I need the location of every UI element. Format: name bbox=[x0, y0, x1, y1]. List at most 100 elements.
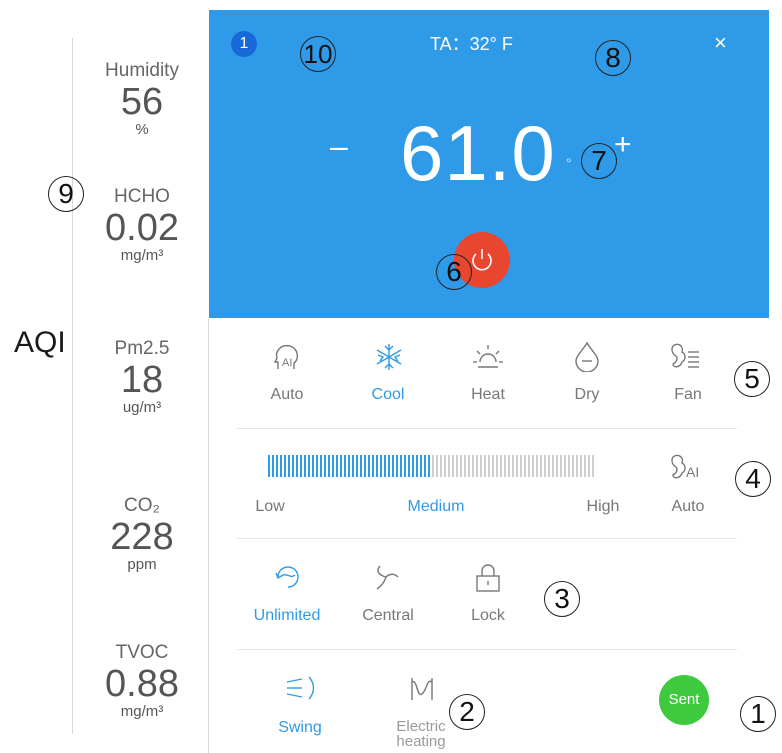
fan-speed-tick bbox=[356, 455, 358, 477]
callout-4: 4 bbox=[735, 461, 771, 497]
metric-unit: ppm bbox=[127, 556, 157, 573]
snowflake-icon[interactable] bbox=[374, 342, 404, 377]
fan-speed-tick bbox=[384, 455, 386, 477]
fan-speed-tick bbox=[344, 455, 346, 477]
swing-label[interactable]: Swing bbox=[260, 719, 340, 737]
fan-speed-slider[interactable] bbox=[268, 455, 608, 479]
fan-speed-tick bbox=[280, 455, 282, 477]
wind-unlimited-label[interactable]: Unlimited bbox=[247, 607, 327, 625]
fan-speed-tick bbox=[484, 455, 486, 477]
callout-7: 7 bbox=[581, 143, 617, 179]
sent-button[interactable]: Sent bbox=[659, 675, 709, 725]
metric-name: HCHO bbox=[114, 186, 170, 207]
svg-text:AI: AI bbox=[282, 357, 292, 369]
metric-pm25: Pm2.5 18 ug/m³ bbox=[82, 338, 202, 416]
aqi-divider-line bbox=[72, 38, 73, 734]
fan-speed-tick bbox=[548, 455, 550, 477]
fan-speed-tick bbox=[568, 455, 570, 477]
fan-speed-tick bbox=[328, 455, 330, 477]
fan-speed-tick bbox=[592, 455, 594, 477]
wind-lock-label[interactable]: Lock bbox=[448, 607, 528, 625]
fan-speed-tick bbox=[576, 455, 578, 477]
fan-speed-tick bbox=[536, 455, 538, 477]
fan-speed-tick bbox=[480, 455, 482, 477]
fan-speed-tick bbox=[368, 455, 370, 477]
fan-speed-tick bbox=[412, 455, 414, 477]
fan-speed-tick bbox=[444, 455, 446, 477]
divider bbox=[237, 428, 737, 429]
sun-icon[interactable] bbox=[472, 342, 504, 377]
fan-speed-tick bbox=[388, 455, 390, 477]
ambient-temperature: TA：32° F bbox=[430, 34, 513, 54]
fan-speed-tick bbox=[540, 455, 542, 477]
fan-speed-tick bbox=[336, 455, 338, 477]
metric-unit: mg/m³ bbox=[120, 247, 164, 264]
swing-icon[interactable] bbox=[284, 674, 320, 707]
fan-speed-tick bbox=[276, 455, 278, 477]
fan-icon[interactable] bbox=[670, 340, 702, 377]
card-left-border bbox=[208, 318, 209, 753]
fan-speed-tick bbox=[268, 455, 270, 477]
metric-name: TVOC bbox=[115, 642, 169, 663]
temp-unit-mark: ° bbox=[566, 155, 572, 171]
fan-speed-tick bbox=[580, 455, 582, 477]
wind-central-label[interactable]: Central bbox=[348, 607, 428, 625]
mode-dry-label[interactable]: Dry bbox=[547, 386, 627, 404]
divider bbox=[237, 649, 737, 650]
fan-speed-tick bbox=[508, 455, 510, 477]
fan-auto-icon[interactable]: AI bbox=[670, 452, 706, 487]
fan-speed-tick bbox=[476, 455, 478, 477]
fan-auto-label[interactable]: Auto bbox=[648, 498, 728, 516]
fan-speed-tick bbox=[364, 455, 366, 477]
fan-speed-tick bbox=[520, 455, 522, 477]
metric-value: 228 bbox=[110, 516, 174, 558]
callout-5: 5 bbox=[734, 361, 770, 397]
metric-humidity: Humidity 56 % bbox=[82, 60, 202, 138]
fan-speed-tick bbox=[420, 455, 422, 477]
lock-icon[interactable] bbox=[474, 563, 502, 598]
fan-speed-tick bbox=[436, 455, 438, 477]
fan-speed-tick bbox=[452, 455, 454, 477]
close-icon[interactable]: × bbox=[714, 30, 727, 56]
mode-heat-label[interactable]: Heat bbox=[448, 386, 528, 404]
metric-value: 0.02 bbox=[105, 207, 179, 249]
fan-speed-tick bbox=[292, 455, 294, 477]
mode-cool-label[interactable]: Cool bbox=[348, 386, 428, 404]
callout-8: 8 bbox=[595, 40, 631, 76]
metric-value: 0.88 bbox=[105, 663, 179, 705]
fan-speed-tick bbox=[556, 455, 558, 477]
fan-speed-tick bbox=[544, 455, 546, 477]
fan-speed-tick bbox=[396, 455, 398, 477]
fan-speed-tick bbox=[312, 455, 314, 477]
fan-speed-tick bbox=[424, 455, 426, 477]
fan-speed-tick bbox=[372, 455, 374, 477]
fan-speed-tick bbox=[304, 455, 306, 477]
metric-name: CO₂ bbox=[124, 495, 160, 516]
mode-fan-label[interactable]: Fan bbox=[648, 386, 728, 404]
metric-tvoc: TVOC 0.88 mg/m³ bbox=[82, 642, 202, 720]
fan-speed-tick bbox=[456, 455, 458, 477]
central-icon[interactable] bbox=[372, 563, 402, 598]
fan-speed-tick bbox=[308, 455, 310, 477]
decrease-temp-button[interactable]: – bbox=[330, 128, 348, 165]
fan-speed-tick bbox=[360, 455, 362, 477]
fan-speed-tick bbox=[380, 455, 382, 477]
ai-head-icon[interactable]: AI bbox=[272, 341, 302, 378]
metric-unit: % bbox=[135, 121, 149, 138]
fan-speed-tick bbox=[324, 455, 326, 477]
fan-speed-tick bbox=[320, 455, 322, 477]
fan-speed-tick bbox=[560, 455, 562, 477]
callout-10: 10 bbox=[300, 36, 336, 72]
fan-speed-tick bbox=[432, 455, 434, 477]
fan-speed-tick bbox=[584, 455, 586, 477]
fan-speed-tick bbox=[316, 455, 318, 477]
unlimited-icon[interactable] bbox=[273, 563, 303, 596]
notification-badge[interactable]: 1 bbox=[231, 31, 257, 57]
fan-speed-tick bbox=[400, 455, 402, 477]
electric-heating-icon[interactable] bbox=[407, 672, 437, 707]
mode-auto-label[interactable]: Auto bbox=[247, 386, 327, 404]
fan-speed-tick bbox=[440, 455, 442, 477]
aqi-label: AQI bbox=[14, 326, 66, 359]
fan-speed-tick bbox=[376, 455, 378, 477]
droplet-icon[interactable] bbox=[573, 340, 601, 377]
